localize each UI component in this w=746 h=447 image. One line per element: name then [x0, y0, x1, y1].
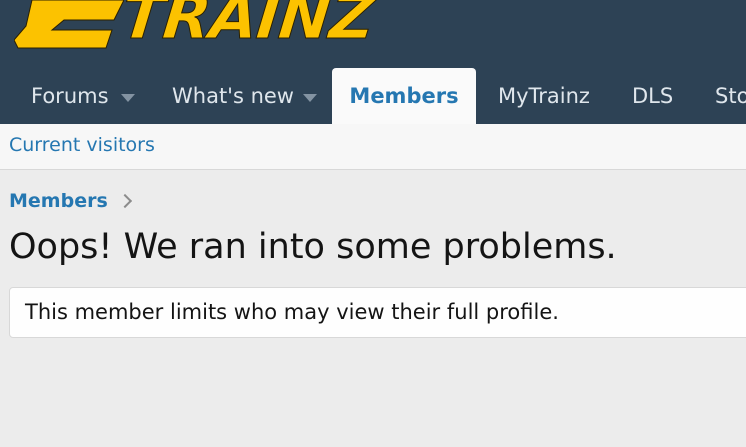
tab-store[interactable]: Sto: [715, 68, 746, 124]
tab-dls[interactable]: DLS: [632, 68, 673, 124]
forums-dropdown-arrow-icon[interactable]: [121, 94, 135, 102]
tab-whats-new[interactable]: What's new: [172, 68, 294, 124]
tab-label: DLS: [632, 83, 674, 108]
tab-label: Members: [349, 83, 459, 108]
tab-mytrainz[interactable]: MyTrainz: [498, 68, 590, 124]
tab-members[interactable]: Members: [332, 68, 476, 124]
error-message-block: This member limits who may view their fu…: [9, 287, 746, 338]
tab-forums[interactable]: Forums: [31, 68, 109, 124]
whats-new-dropdown-arrow-icon[interactable]: [303, 94, 317, 102]
breadcrumb-members-link[interactable]: Members: [9, 190, 108, 212]
breadcrumb: Members: [9, 190, 132, 212]
site-header: TRAINZ Forums What's new Members MyTrain…: [0, 0, 746, 124]
logo-swoosh-icon: [14, 0, 124, 49]
page-title: Oops! We ran into some problems.: [9, 227, 617, 267]
error-message-text: This member limits who may view their fu…: [25, 300, 559, 324]
tab-label: Sto: [715, 83, 746, 108]
tab-label: What's new: [172, 83, 294, 108]
main-nav: Forums What's new Members MyTrainz DLS S…: [0, 68, 746, 124]
logo-wordmark: TRAINZ: [118, 0, 379, 54]
sub-nav: Current visitors: [0, 124, 746, 170]
current-visitors-link[interactable]: Current visitors: [9, 136, 155, 155]
tab-label: MyTrainz: [498, 83, 590, 108]
trainz-logo[interactable]: TRAINZ: [14, 0, 378, 54]
tab-label: Forums: [31, 83, 109, 108]
chevron-right-icon: [117, 193, 132, 209]
